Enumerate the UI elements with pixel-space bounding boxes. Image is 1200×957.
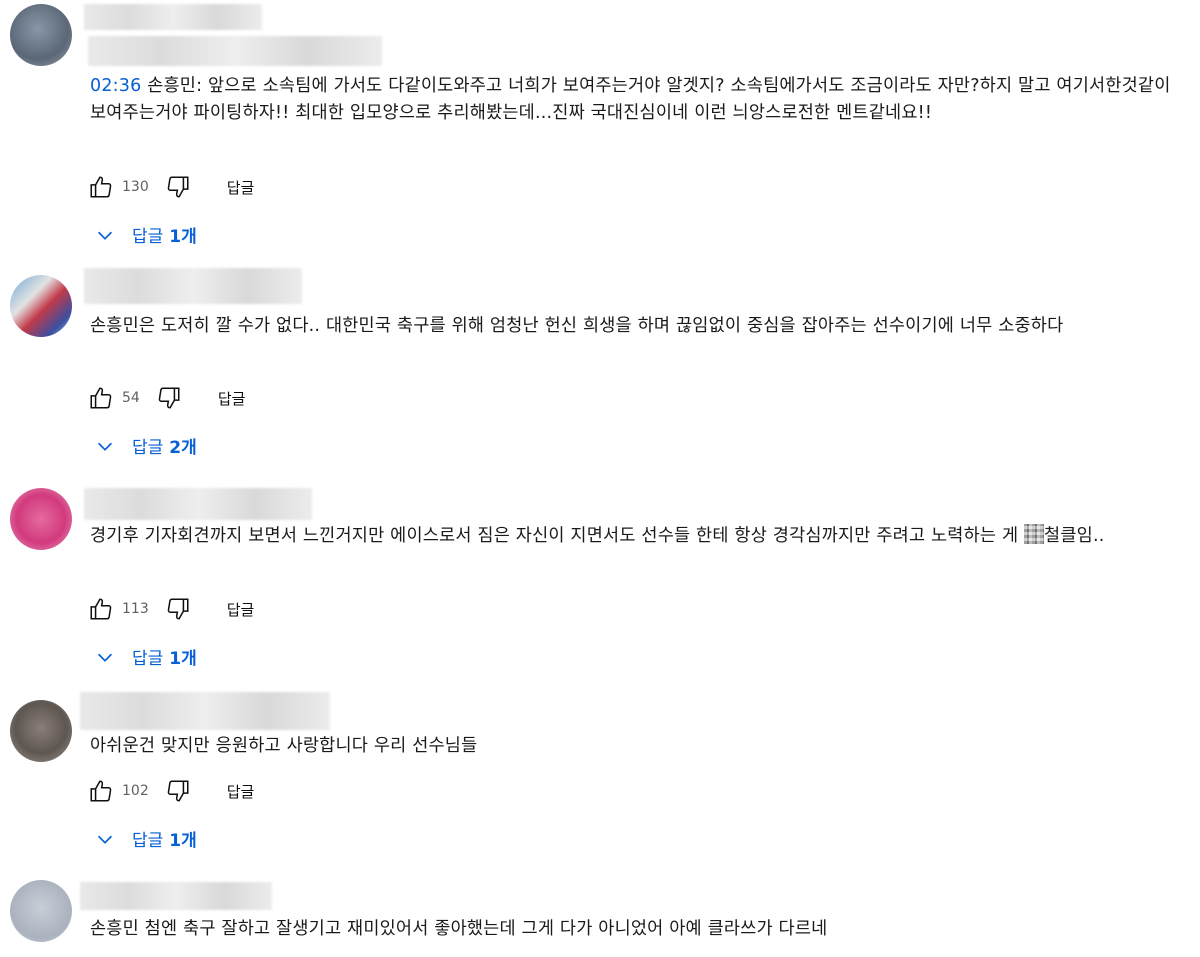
replies-label: 답글 bbox=[132, 649, 164, 669]
avatar[interactable] bbox=[10, 275, 72, 337]
view-replies-button[interactable]: 답글 1개 bbox=[94, 826, 197, 851]
avatar[interactable] bbox=[10, 4, 72, 66]
comment-actions: 113 답글 bbox=[88, 594, 254, 624]
like-count: 113 bbox=[122, 601, 149, 617]
thumbs-down-icon[interactable] bbox=[165, 596, 191, 622]
view-replies-button[interactable]: 답글 2개 bbox=[94, 433, 197, 458]
comment-text: 경기후 기자회견까지 보면서 느낀거지만 에이스로서 짐은 자신이 지면서도 선… bbox=[90, 523, 1175, 550]
comment-actions: 102 답글 bbox=[88, 776, 254, 806]
view-replies-button[interactable]: 답글 1개 bbox=[94, 222, 197, 247]
thumbs-down-icon[interactable] bbox=[156, 385, 182, 411]
view-replies-button[interactable]: 답글 1개 bbox=[94, 644, 197, 669]
author-name[interactable] bbox=[84, 488, 312, 520]
avatar[interactable] bbox=[10, 488, 72, 550]
reply-button[interactable]: 답글 bbox=[218, 388, 246, 409]
reply-button[interactable]: 답글 bbox=[227, 599, 255, 620]
author-name[interactable] bbox=[80, 882, 272, 910]
comment-actions: 130 답글 bbox=[88, 172, 254, 202]
comment-text: 02:36 손흥민: 앞으로 소속팀에 가서도 다같이도와주고 너희가 보여주는… bbox=[90, 73, 1175, 127]
chevron-down-icon bbox=[94, 646, 116, 668]
avatar[interactable] bbox=[10, 880, 72, 942]
like-count: 54 bbox=[122, 390, 140, 406]
replies-count: 1개 bbox=[169, 831, 197, 851]
replies-count: 2개 bbox=[169, 438, 197, 458]
censored-text bbox=[1024, 524, 1045, 544]
thumbs-down-icon[interactable] bbox=[165, 778, 191, 804]
avatar[interactable] bbox=[10, 700, 72, 762]
comment-text: 손흥민은 도저히 깔 수가 없다.. 대한민국 축구를 위해 엄청난 헌신 희생… bbox=[90, 313, 1175, 340]
author-name[interactable] bbox=[84, 4, 262, 30]
comment-text: 아쉬운건 맞지만 응원하고 사랑합니다 우리 선수님들 bbox=[90, 733, 1175, 760]
chevron-down-icon bbox=[94, 828, 116, 850]
comment-body: 손흥민은 도저히 깔 수가 없다.. 대한민국 축구를 위해 엄청난 헌신 희생… bbox=[90, 316, 1064, 336]
replies-label: 답글 bbox=[132, 831, 164, 851]
replies-label: 답글 bbox=[132, 227, 164, 247]
thumbs-up-icon[interactable] bbox=[88, 778, 114, 804]
reply-button[interactable]: 답글 bbox=[227, 177, 255, 198]
comment-body: 손흥민: 앞으로 소속팀에 가서도 다같이도와주고 너희가 보여주는거야 알겟지… bbox=[90, 76, 1171, 123]
thumbs-down-icon[interactable] bbox=[165, 174, 191, 200]
reply-button[interactable]: 답글 bbox=[227, 781, 255, 802]
replies-count: 1개 bbox=[169, 227, 197, 247]
author-name[interactable] bbox=[80, 692, 330, 730]
comment-body: 경기후 기자회견까지 보면서 느낀거지만 에이스로서 짐은 자신이 지면서도 선… bbox=[90, 526, 1025, 546]
thumbs-up-icon[interactable] bbox=[88, 385, 114, 411]
like-count: 130 bbox=[122, 179, 149, 195]
comment-text: 손흥민 첨엔 축구 잘하고 잘생기고 재미있어서 좋아했는데 그게 다가 아니었… bbox=[90, 916, 1175, 943]
comment-body: 손흥민 첨엔 축구 잘하고 잘생기고 재미있어서 좋아했는데 그게 다가 아니었… bbox=[90, 919, 828, 939]
timestamp-link[interactable]: 02:36 bbox=[90, 76, 141, 96]
replies-label: 답글 bbox=[132, 438, 164, 458]
like-count: 102 bbox=[122, 783, 149, 799]
thumbs-up-icon[interactable] bbox=[88, 174, 114, 200]
replies-count: 1개 bbox=[169, 649, 197, 669]
chevron-down-icon bbox=[94, 224, 116, 246]
comment-body-end: 철클임.. bbox=[1044, 526, 1105, 546]
thumbs-up-icon[interactable] bbox=[88, 596, 114, 622]
comment-actions: 54 답글 bbox=[88, 383, 245, 413]
author-name[interactable] bbox=[84, 268, 302, 304]
author-subline bbox=[88, 36, 382, 66]
chevron-down-icon bbox=[94, 435, 116, 457]
comment-body: 아쉬운건 맞지만 응원하고 사랑합니다 우리 선수님들 bbox=[90, 736, 478, 756]
